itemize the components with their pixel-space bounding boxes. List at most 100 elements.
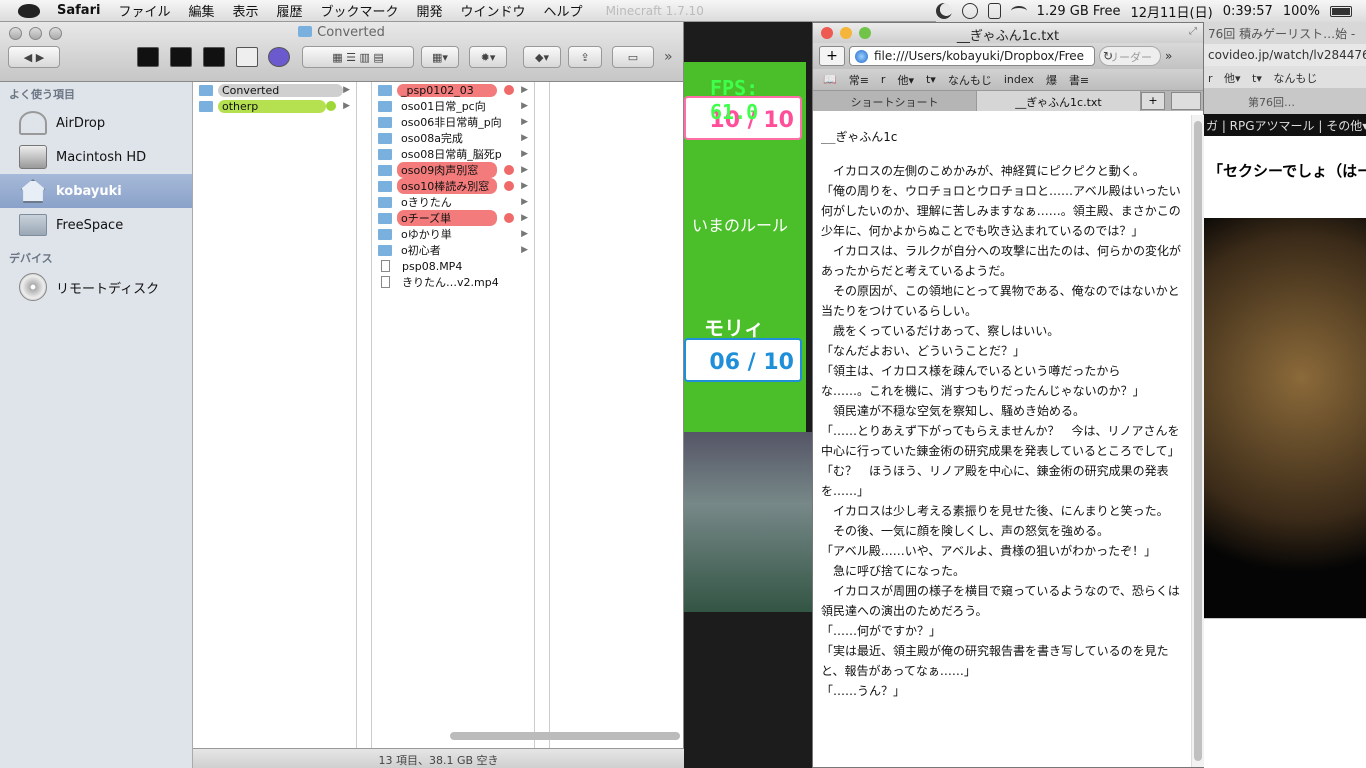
safari-window: __ぎゃふん1c.txt ⤢ + file:///Users/kobayuki/… bbox=[812, 22, 1204, 768]
folder-row[interactable]: oso08日常萌_脳死p ▶ bbox=[372, 146, 534, 162]
document-icon[interactable] bbox=[236, 47, 258, 67]
background-window-title: Minecraft 1.7.10 bbox=[605, 3, 704, 18]
clock-date[interactable]: 12月11日(日) bbox=[1130, 2, 1212, 21]
menu-develop[interactable]: 開発 bbox=[408, 1, 452, 20]
bookmark-item[interactable]: 爆 bbox=[1046, 72, 1057, 88]
bookmark-item[interactable]: 他▾ bbox=[897, 72, 914, 88]
add-bookmark-button[interactable]: + bbox=[819, 46, 845, 66]
folder-row[interactable]: Converted ▶ bbox=[193, 82, 356, 98]
bg-browser-nav[interactable]: ガ | RPGアツマール | その他▾ bbox=[1204, 114, 1366, 136]
menu-file[interactable]: ファイル bbox=[109, 1, 179, 20]
folder-row[interactable]: oso06非日常萌_p向 ▶ bbox=[372, 114, 534, 130]
battery-percent[interactable]: 100% bbox=[1283, 4, 1320, 19]
bg-browser-tab[interactable]: 第76回… bbox=[1204, 88, 1366, 114]
text-line: 「……とりあえず下がってもらえませんか？ 今は、リノアさんを中心に行っていた錬金… bbox=[821, 424, 1180, 458]
zoom-button[interactable] bbox=[859, 27, 871, 39]
vertical-scrollbar[interactable] bbox=[1191, 115, 1204, 767]
time-machine-icon[interactable] bbox=[961, 3, 978, 19]
disclosure-arrow-icon: ▶ bbox=[521, 165, 528, 175]
toggle-path-button[interactable]: ▭ bbox=[612, 46, 654, 68]
scroll-thumb[interactable] bbox=[1194, 121, 1202, 761]
menu-help[interactable]: ヘルプ bbox=[535, 1, 592, 20]
menu-view[interactable]: 表示 bbox=[223, 1, 267, 20]
menu-history[interactable]: 履歴 bbox=[267, 1, 311, 20]
reload-icon[interactable]: ↻ bbox=[1103, 49, 1113, 63]
safari-titlebar: __ぎゃふん1c.txt ⤢ bbox=[813, 23, 1203, 44]
folder-row[interactable]: _psp0102_03 ▶ bbox=[372, 82, 534, 98]
sidebar-label: Macintosh HD bbox=[56, 149, 147, 165]
bookmark-item[interactable]: index bbox=[1004, 73, 1034, 86]
status-area: 1.29 GB Free 12月11日(日) 0:39:57 100% bbox=[935, 0, 1366, 22]
bookmark-item[interactable]: なんもじ bbox=[948, 72, 992, 88]
tab-gyafun[interactable]: __ぎゃふん1c.txt bbox=[977, 91, 1141, 111]
bookmark-item[interactable]: 書≡ bbox=[1069, 72, 1089, 88]
new-tab-button[interactable]: + bbox=[1141, 92, 1165, 110]
item-name: oso09肉声別窓 bbox=[397, 162, 497, 178]
bg-browser-headline: 「セクシーでしょ（はー bbox=[1204, 136, 1366, 196]
file-row[interactable]: psp08.MP4 bbox=[372, 258, 534, 274]
sync-status-icon bbox=[504, 213, 514, 223]
memory-free-text[interactable]: 1.29 GB Free bbox=[1037, 4, 1121, 19]
notification-moon-icon[interactable] bbox=[935, 3, 952, 19]
bg-browser-video[interactable] bbox=[1204, 218, 1366, 618]
bg-browser-title: 76回 積みゲーリスト…始 - bbox=[1204, 22, 1366, 44]
close-button[interactable] bbox=[821, 27, 833, 39]
address-field[interactable]: file:///Users/kobayuki/Dropbox/Free bbox=[849, 46, 1095, 66]
folder-row[interactable]: oゆかり単 ▶ bbox=[372, 226, 534, 242]
folder-row[interactable]: oso01日常_pc向 ▶ bbox=[372, 98, 534, 114]
share-icon[interactable]: ⇪ bbox=[568, 46, 602, 68]
reading-list-icon[interactable]: 📖 bbox=[823, 73, 837, 86]
sidebar-item-macintosh-hd[interactable]: Macintosh HD bbox=[0, 140, 192, 174]
harddisk-icon bbox=[19, 145, 47, 169]
folder-row[interactable]: oso10棒読み別窓 ▶ bbox=[372, 178, 534, 194]
folder-row[interactable]: oso09肉声別窓 ▶ bbox=[372, 162, 534, 178]
text-line: 「……何がですか？」 bbox=[821, 624, 942, 638]
safari-toolbar: + file:///Users/kobayuki/Dropbox/Free ↻ … bbox=[813, 43, 1203, 69]
folder-row[interactable]: otherp ▶ bbox=[193, 98, 356, 114]
document-status-icon[interactable] bbox=[987, 3, 1001, 19]
terminal-download-icon[interactable] bbox=[170, 47, 192, 67]
menu-bookmarks[interactable]: ブックマーク bbox=[312, 1, 408, 20]
horizontal-scrollbar[interactable] bbox=[450, 732, 680, 740]
apple-icon[interactable] bbox=[18, 3, 40, 18]
dropbox-icon[interactable]: ◆▾ bbox=[523, 46, 561, 68]
wifi-icon[interactable] bbox=[1010, 6, 1027, 16]
folder-icon bbox=[199, 100, 213, 112]
sidebar-item-airdrop[interactable]: AirDrop bbox=[0, 106, 192, 140]
sidebar-item-kobayuki[interactable]: kobayuki bbox=[0, 174, 192, 208]
bookmark-item[interactable]: r bbox=[881, 73, 886, 86]
toolbar-overflow-icon[interactable]: » bbox=[1165, 49, 1172, 63]
tab-overview-button[interactable] bbox=[1171, 92, 1201, 110]
clock-time[interactable]: 0:39:57 bbox=[1223, 4, 1273, 19]
back-forward-button[interactable]: ◀ ▶ bbox=[8, 46, 60, 68]
battery-icon[interactable] bbox=[1330, 5, 1352, 17]
tab-short-short[interactable]: ショートショート bbox=[813, 91, 977, 111]
disclosure-arrow-icon: ▶ bbox=[521, 213, 528, 223]
arrange-button[interactable]: ▦▾ bbox=[421, 46, 459, 68]
file-row[interactable]: きりたん…v2.mp4 bbox=[372, 274, 534, 290]
folder-row[interactable]: oso08a完成 ▶ bbox=[372, 130, 534, 146]
bookmark-item[interactable]: t▾ bbox=[926, 73, 936, 86]
sync-status-icon bbox=[504, 85, 514, 95]
terminal-icon-2[interactable] bbox=[203, 47, 225, 67]
sync-status-icon bbox=[504, 165, 514, 175]
terminal-icon[interactable] bbox=[137, 47, 159, 67]
bookmark-item[interactable]: 常≡ bbox=[849, 72, 869, 88]
action-gear-icon[interactable]: ✹▾ bbox=[469, 46, 507, 68]
sidebar-item-freespace[interactable]: FreeSpace bbox=[0, 208, 192, 242]
folder-row[interactable]: o初心者 ▶ bbox=[372, 242, 534, 258]
folder-row[interactable]: oチーズ単 ▶ bbox=[372, 210, 534, 226]
bg-browser-url[interactable]: covideo.jp/watch/lv284476 bbox=[1204, 44, 1366, 66]
view-mode-buttons[interactable]: ▦ ☰ ▥ ▤ bbox=[302, 46, 414, 68]
menu-window[interactable]: ウインドウ bbox=[452, 1, 535, 20]
menu-app-safari[interactable]: Safari bbox=[48, 3, 109, 18]
menu-edit[interactable]: 編集 bbox=[179, 1, 223, 20]
eclipse-icon[interactable] bbox=[268, 47, 290, 67]
folder-row[interactable]: oきりたん ▶ bbox=[372, 194, 534, 210]
fullscreen-icon[interactable]: ⤢ bbox=[1189, 26, 1197, 37]
finder-column-2: _psp0102_03 ▶ oso01日常_pc向 ▶ oso06非日常萌_p向 ▶ oso… bbox=[371, 82, 535, 748]
sidebar-item-remote-disc[interactable]: リモートディスク bbox=[0, 270, 192, 304]
minimize-button[interactable] bbox=[840, 27, 852, 39]
toolbar-overflow-icon[interactable]: » bbox=[664, 49, 673, 65]
bg-browser-bookmarks[interactable]: r 他▾ t▾ なんもじ bbox=[1204, 66, 1366, 88]
